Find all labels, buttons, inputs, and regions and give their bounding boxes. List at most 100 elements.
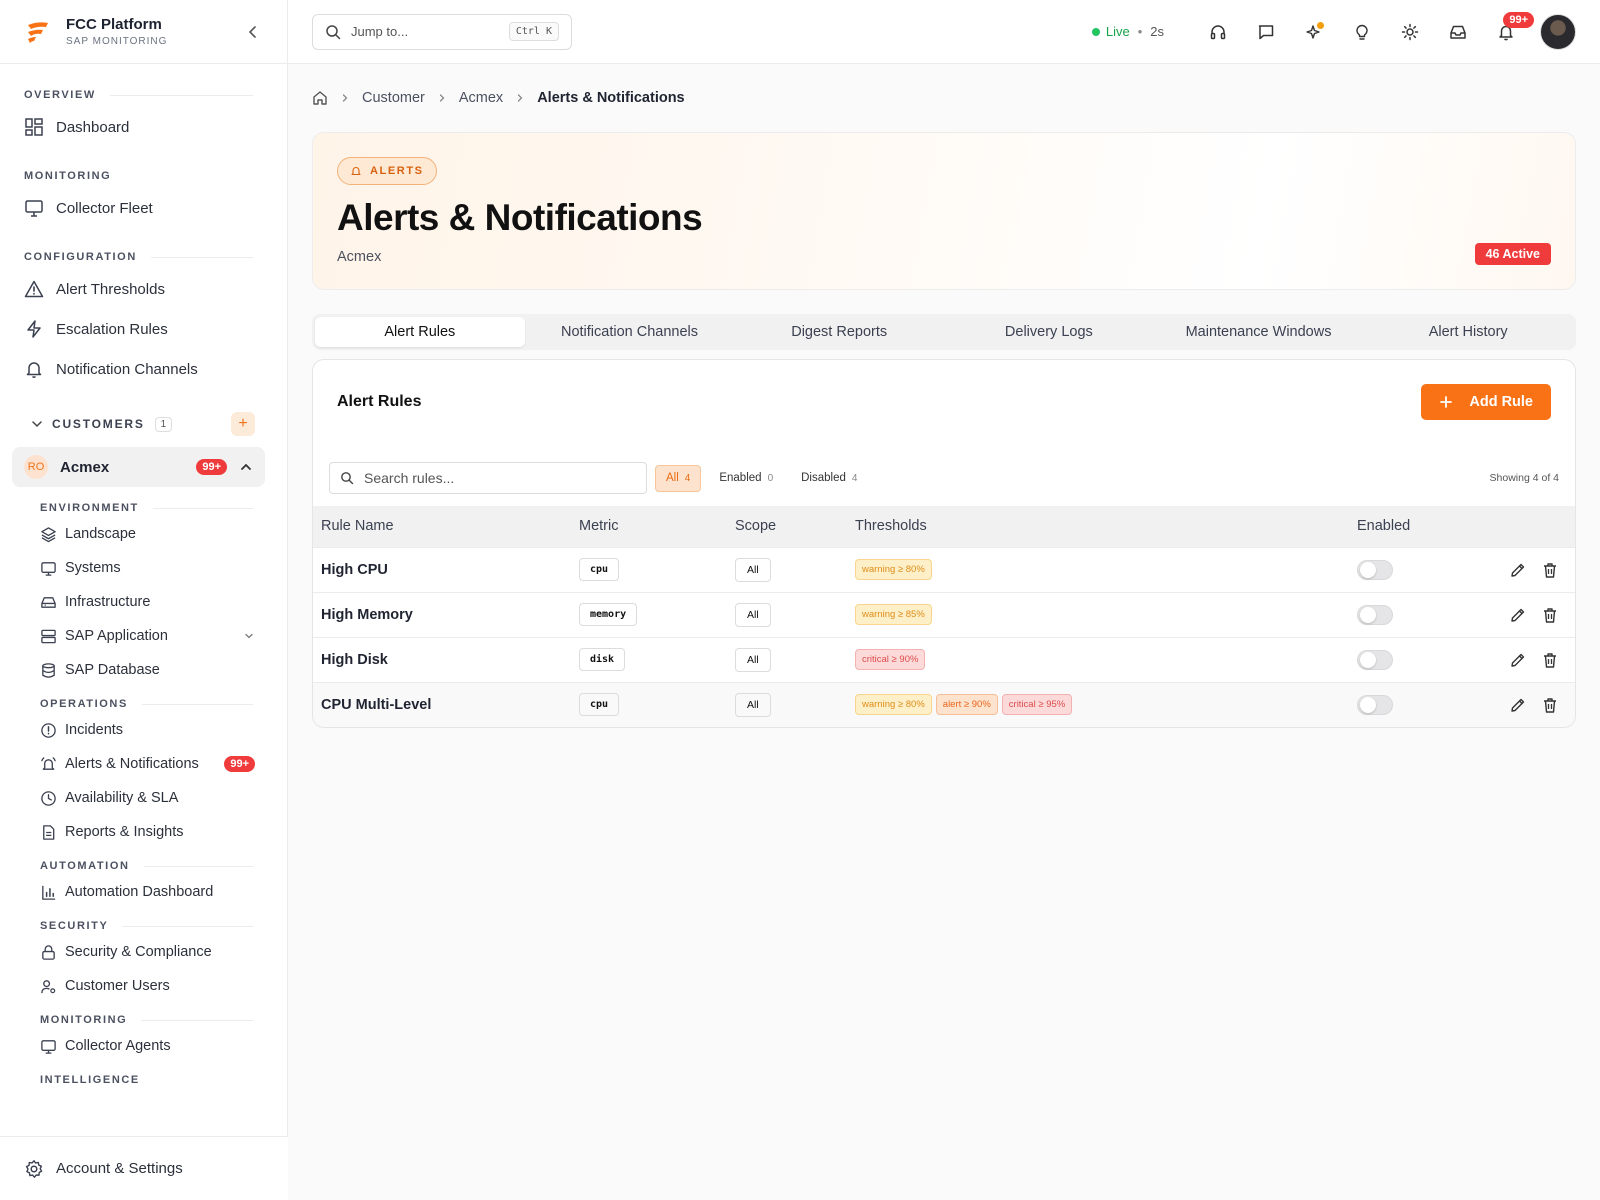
column-header[interactable]: Metric (571, 506, 727, 547)
trash-icon[interactable] (1541, 561, 1559, 579)
add-customer-button[interactable]: + (231, 412, 255, 436)
table-row[interactable]: High Disk disk All critical ≥ 90% (313, 636, 1575, 682)
alert-rules-panel: Alert Rules Add Rule Search rules... All… (312, 359, 1576, 728)
sidebar-item-incidents[interactable]: Incidents (0, 713, 287, 747)
tab-delivery-logs[interactable]: Delivery Logs (944, 317, 1154, 347)
filter-enabled[interactable]: Enabled 0 (709, 465, 783, 492)
theme-toggle-button[interactable] (1390, 12, 1430, 52)
filter-disabled[interactable]: Disabled 4 (791, 465, 867, 492)
enabled-toggle[interactable] (1357, 694, 1393, 715)
section-header-monitoring: MONITORING (24, 170, 112, 182)
sidebar-item-landscape[interactable]: Landscape (0, 517, 287, 551)
jump-to-search[interactable]: Jump to... Ctrl K (312, 13, 572, 50)
home-icon[interactable] (312, 90, 328, 106)
edit-pencil-icon[interactable] (1509, 606, 1527, 624)
sidebar-item-dashboard[interactable]: Dashboard (0, 107, 287, 147)
section-header-overview: OVERVIEW (0, 88, 287, 102)
table-header-row: Rule Name Metric Scope Thresholds Enable… (313, 506, 1575, 547)
enabled-toggle[interactable] (1357, 649, 1393, 670)
collapse-sidebar-icon[interactable] (243, 22, 263, 42)
user-avatar[interactable] (1540, 13, 1576, 50)
sidebar-item-sap-database[interactable]: SAP Database (0, 653, 287, 687)
trash-icon[interactable] (1541, 606, 1559, 624)
sidebar-item-alert-thresholds[interactable]: Alert Thresholds (0, 269, 287, 309)
sidebar-item-automation-dashboard[interactable]: Automation Dashboard (0, 875, 287, 909)
sidebar-item-alerts-notifications[interactable]: Alerts & Notifications 99+ (0, 747, 287, 781)
tab-alert-rules[interactable]: Alert Rules (315, 317, 525, 347)
sidebar-item-reports-insights[interactable]: Reports & Insights (0, 815, 287, 849)
sidebar-item-label: Collector Agents (65, 1038, 171, 1054)
live-label: Live (1105, 24, 1130, 39)
column-header[interactable]: Scope (727, 506, 847, 547)
metric-cell: disk (571, 636, 727, 682)
trash-icon[interactable] (1541, 696, 1559, 714)
customer-card-acmex[interactable]: RO Acmex 99+ (12, 447, 265, 487)
sidebar-item-customer-users[interactable]: Customer Users (0, 969, 287, 1003)
sidebar-item-collector-fleet[interactable]: Collector Fleet (0, 188, 287, 228)
enabled-toggle[interactable] (1357, 604, 1393, 625)
bell-ring-icon (351, 167, 361, 176)
live-interval: 2s (1150, 24, 1164, 39)
sidebar-item-sap-application[interactable]: SAP Application (0, 619, 287, 653)
sidebar-item-systems[interactable]: Systems (0, 551, 287, 585)
lock-icon (42, 944, 55, 960)
chevron-right-icon (439, 94, 445, 102)
chevron-down-icon[interactable] (243, 630, 255, 642)
tab-notification-channels[interactable]: Notification Channels (525, 317, 735, 347)
search-icon (341, 472, 354, 485)
support-button[interactable] (1198, 12, 1238, 52)
tips-button[interactable] (1342, 12, 1382, 52)
column-header[interactable]: Rule Name (313, 506, 571, 547)
section-header-operations: OPERATIONS (0, 697, 287, 711)
tab-maintenance-windows[interactable]: Maintenance Windows (1154, 317, 1364, 347)
threshold-badge: critical ≥ 95% (1001, 694, 1073, 716)
thresholds-cell: warning ≥ 80% alert ≥ 90% critical ≥ 95% (847, 681, 1349, 727)
sidebar-item-label: Landscape (65, 526, 136, 542)
edit-pencil-icon[interactable] (1509, 561, 1527, 579)
breadcrumb-acmex[interactable]: Acmex (459, 90, 503, 106)
table-row[interactable]: High CPU cpu All warning ≥ 80% (313, 546, 1575, 592)
sidebar-item-infrastructure[interactable]: Infrastructure (0, 585, 287, 619)
account-settings-label: Account & Settings (56, 1160, 183, 1177)
thresholds-cell: warning ≥ 80% (847, 546, 1349, 592)
chevron-up-icon[interactable] (239, 460, 253, 474)
ai-assistant-button[interactable] (1294, 12, 1334, 52)
customers-header[interactable]: CUSTOMERS 1 + (0, 411, 287, 437)
edit-pencil-icon[interactable] (1509, 651, 1527, 669)
filter-row: Search rules... All 4 Enabled 0 Disabled 4 … (313, 450, 1575, 506)
sidebar-item-label: Alert Thresholds (56, 280, 165, 298)
metric-tag: disk (579, 648, 626, 671)
table-row[interactable]: CPU Multi-Level cpu All warning ≥ 80% alert … (313, 681, 1575, 727)
column-header[interactable]: Thresholds (847, 506, 1349, 547)
sidebar-item-security-compliance[interactable]: Security & Compliance (0, 935, 287, 969)
message-square-icon (1258, 24, 1274, 39)
tab-digest-reports[interactable]: Digest Reports (734, 317, 944, 347)
account-settings-link[interactable]: Account & Settings (0, 1136, 288, 1200)
customer-name: Acmex (60, 458, 110, 476)
tab-alert-history[interactable]: Alert History (1363, 317, 1573, 347)
inbox-button[interactable] (1438, 12, 1478, 52)
filter-all[interactable]: All 4 (655, 464, 702, 492)
filter-label: Enabled (719, 472, 762, 484)
rules-search-input[interactable]: Search rules... (329, 462, 647, 494)
sidebar-nav: OVERVIEW Dashboard MONITORING Collector … (0, 64, 287, 1136)
file-text-icon (43, 824, 55, 840)
breadcrumb-customer[interactable]: Customer (362, 90, 425, 106)
notifications-button[interactable]: 99+ (1486, 11, 1534, 52)
table-row[interactable]: High Memory memory All warning ≥ 85% (313, 591, 1575, 637)
column-header[interactable]: Enabled (1349, 506, 1459, 547)
sidebar-item-escalation-rules[interactable]: Escalation Rules (0, 309, 287, 349)
sidebar-item-notification-channels[interactable]: Notification Channels (0, 349, 287, 389)
edit-pencil-icon[interactable] (1509, 696, 1527, 714)
chat-button[interactable] (1246, 12, 1286, 52)
scope-tag: All (735, 692, 771, 717)
sidebar-item-collector-agents[interactable]: Collector Agents (0, 1029, 287, 1063)
scope-tag: All (735, 647, 771, 672)
sidebar-item-availability-sla[interactable]: Availability & SLA (0, 781, 287, 815)
add-rule-button[interactable]: Add Rule (1421, 384, 1551, 420)
enabled-toggle[interactable] (1357, 559, 1393, 580)
trash-icon[interactable] (1541, 651, 1559, 669)
actions-cell (1459, 681, 1575, 727)
breadcrumb: Customer Acmex Alerts & Notifications (312, 64, 1576, 132)
metric-tag: cpu (579, 693, 620, 717)
